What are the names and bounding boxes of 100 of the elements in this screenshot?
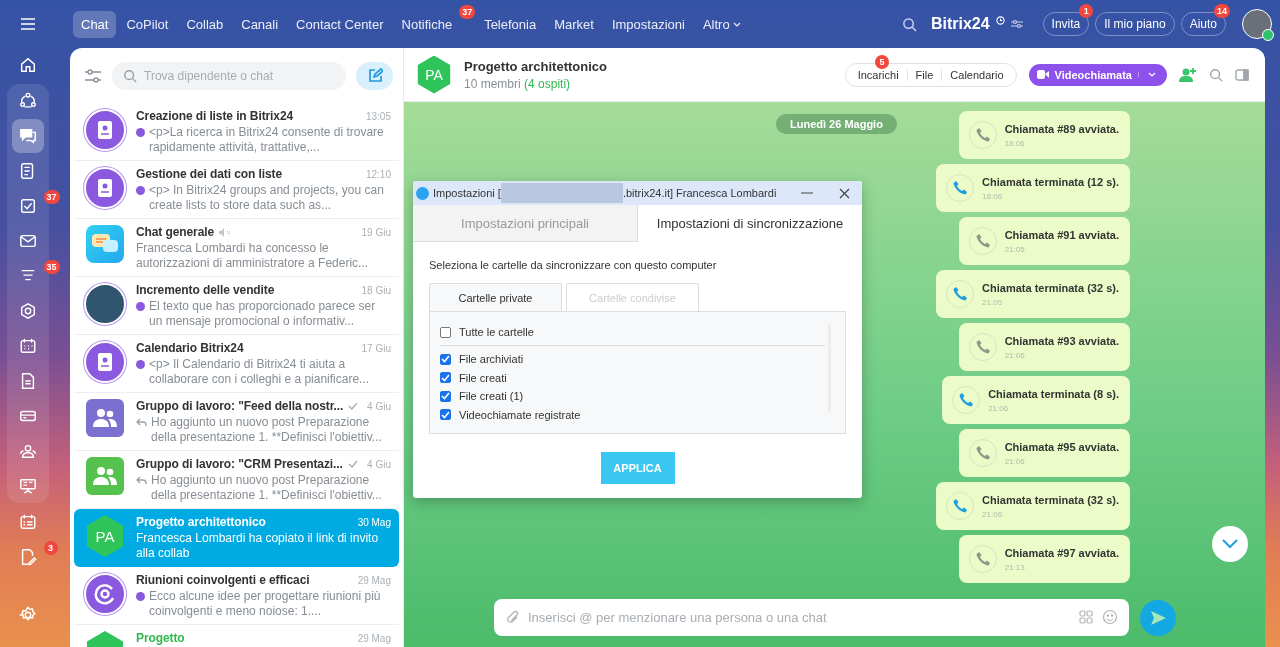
sender-avatar-icon	[136, 302, 145, 311]
chat-time: 4 Giu	[367, 400, 391, 412]
nav-tab[interactable]: Canali	[233, 10, 287, 38]
date-label: Lunedì 26 Maggio	[776, 114, 897, 134]
message-text: Chiamata #89 avviata.	[1004, 122, 1119, 135]
chat-title: Gestione dei dati con liste	[136, 167, 282, 181]
nav-tab[interactable]: CoPilot	[118, 10, 177, 38]
side-panel-icon[interactable]	[1235, 68, 1249, 81]
checkbox[interactable]	[440, 390, 451, 402]
message-input[interactable]: Inserisci @ per menzionare una persona o una chat	[494, 599, 1129, 636]
nav-tab[interactable]: Notifiche	[393, 10, 461, 38]
logo[interactable]: Bitrix24	[930, 15, 990, 33]
chat-time: 17 Giu	[361, 342, 391, 354]
message-time: 21:06	[1004, 456, 1026, 466]
mail-icon	[18, 232, 37, 250]
project-avatar: PA	[416, 55, 452, 94]
header-tab[interactable]: Incarichi	[849, 68, 907, 81]
menu-icon[interactable]	[19, 17, 36, 31]
counter-badge: 37	[43, 190, 60, 204]
chat-bubbles-icon	[86, 225, 124, 263]
pencil-icon	[366, 67, 383, 84]
close-icon[interactable]	[839, 187, 850, 199]
counter-badge: 14	[1214, 4, 1230, 18]
caret-icon	[732, 21, 741, 27]
checkbox[interactable]	[440, 372, 451, 384]
chat-item[interactable]: Gruppo di lavoro: "Feed della nostr... 4 Giu Ho aggiunto un nuovo post Preparazione della presentazione 1. **Definisci l'obiettiv...	[74, 393, 399, 451]
message-time: 21:13	[1004, 562, 1026, 572]
calendar-icon	[18, 337, 37, 355]
chat-item[interactable]: Gestione dei dati con liste 12:10 <p> In Bitrix24 groups and projects, you can create lists to store data such as...	[74, 161, 399, 219]
nav-tab[interactable]: Collab	[178, 10, 232, 38]
chat-title: Incremento delle vendite	[136, 283, 275, 297]
search-icon[interactable]	[901, 16, 917, 32]
chat-time: 18 Giu	[361, 284, 391, 296]
book-avatar-icon	[84, 341, 126, 383]
checkbox[interactable]	[440, 353, 451, 365]
rail-item[interactable]	[11, 119, 44, 153]
folder-tab[interactable]: Cartelle private	[429, 283, 562, 312]
chat-time: 30 Mag	[357, 516, 391, 528]
nav-tab[interactable]: Chat	[73, 10, 117, 38]
sender-avatar-icon	[136, 186, 145, 195]
video-camera-icon	[1036, 70, 1049, 79]
message-preview: Francesca Lombardi ha concesso le autorizzazioni di amministratore a Federic...	[136, 241, 370, 271]
chat-time: 12:10	[365, 168, 391, 180]
message-time: 21:06	[1004, 350, 1026, 360]
instruction-text: Seleziona le cartelle da sincronizzare con questo computer	[429, 259, 718, 271]
message-time: 21:06	[988, 403, 1010, 413]
clock-icon	[995, 15, 1005, 25]
search-icon[interactable]	[1209, 67, 1223, 82]
checkbox-label: File creati	[459, 371, 507, 384]
paperclip-icon[interactable]	[506, 610, 520, 625]
chat-item[interactable]: Chat generale 19 Giu Francesca Lombardi ha concesso le autorizzazioni di amministratore a Federic...	[74, 219, 399, 277]
header-tab[interactable]: Calendario	[941, 68, 1012, 81]
message-preview: El texto que has proporcionado parece ser un mensaje promocional o informativ...	[149, 299, 377, 329]
status-dot	[1262, 29, 1274, 41]
chat-time: 13:05	[365, 110, 391, 122]
counter-badge: 3	[43, 541, 58, 555]
scroll-down-button[interactable]	[1212, 526, 1248, 562]
message-text: Chiamata #97 avviata.	[1004, 546, 1119, 559]
counter-badge: 5	[875, 54, 890, 69]
message-preview: <p>La ricerca in Bitrix24 consente di trovare rapidamente attività, trattative,...	[149, 125, 385, 155]
checkbox[interactable]	[440, 409, 451, 421]
sender-avatar-icon	[136, 592, 145, 601]
people-icon	[18, 442, 37, 460]
project-avatar: PA	[84, 515, 126, 557]
checkbox-label: File archiviati	[459, 353, 524, 366]
compose-button[interactable]	[356, 61, 393, 90]
chat-item[interactable]: Riunioni coinvolgenti e efficaci 29 Mag Ecco alcune idee per progettare riunioni più coinvolgenti e meno noiose: 1....	[74, 567, 399, 625]
chat-title: Riunioni coinvolgenti e efficaci	[136, 573, 310, 587]
checkbox-label: File creati (1)	[459, 390, 524, 403]
message-text: Chiamata #95 avviata.	[1004, 440, 1119, 453]
checkbox[interactable]	[440, 326, 451, 338]
nav-tab[interactable]: Contact Center	[288, 10, 392, 38]
message-preview: Francesca Lombardi ha copiato il link di invito alla collab	[136, 531, 380, 561]
chat-item[interactable]: Creazione di liste in Bitrix24 13:05 <p>La ricerca in Bitrix24 consente di trovare rapidamente attività, trattative,...	[74, 103, 399, 161]
board-icon	[18, 477, 37, 495]
chat-icon	[18, 127, 37, 145]
nav-tab[interactable]: Telefonia	[476, 10, 545, 38]
nav-tab[interactable]: Market	[546, 10, 602, 38]
chat-item[interactable]: Incremento delle vendite 18 Giu El texto que has proporcionado parece ser un mensaje promocional o informativ...	[74, 277, 399, 335]
dialog-title: .bitrix24.it] Francesca Lombardi	[622, 187, 777, 199]
counter-badge: 1	[1079, 4, 1094, 18]
chat-title[interactable]: Progetto architettonico	[464, 58, 607, 74]
message-text: Chiamata terminata (32 s).	[982, 281, 1119, 294]
search-field[interactable]: Trova dipendente o chat	[112, 61, 346, 90]
book-avatar-icon	[84, 167, 126, 209]
header-tab[interactable]: File	[906, 68, 942, 81]
message-text: Chiamata terminata (12 s).	[982, 175, 1119, 188]
chat-time: 29 Mag	[357, 632, 391, 644]
home-icon	[18, 56, 37, 74]
photo-placeholder	[84, 283, 126, 325]
message-preview: Ecco alcune idee per progettare riunioni più coinvolgenti e meno noiose: 1....	[149, 589, 382, 619]
filter-icon[interactable]	[84, 68, 102, 83]
chat-item[interactable]: Calendario Bitrix24 17 Giu <p> Il Calendario di Bitrix24 ti aiuta a collaborare con i colleghi e a pianificare...	[74, 335, 399, 393]
counter-badge: 37	[459, 4, 476, 19]
checkbox-label: Tutte le cartelle	[459, 326, 534, 338]
nav-tab[interactable]: Impostazioni	[603, 10, 693, 38]
video-call-button[interactable]: Videochiamata	[1028, 63, 1167, 86]
nav-tab[interactable]: Altro	[694, 10, 749, 38]
sliders-icon[interactable]	[1010, 19, 1023, 29]
user-avatar[interactable]	[1242, 9, 1272, 39]
